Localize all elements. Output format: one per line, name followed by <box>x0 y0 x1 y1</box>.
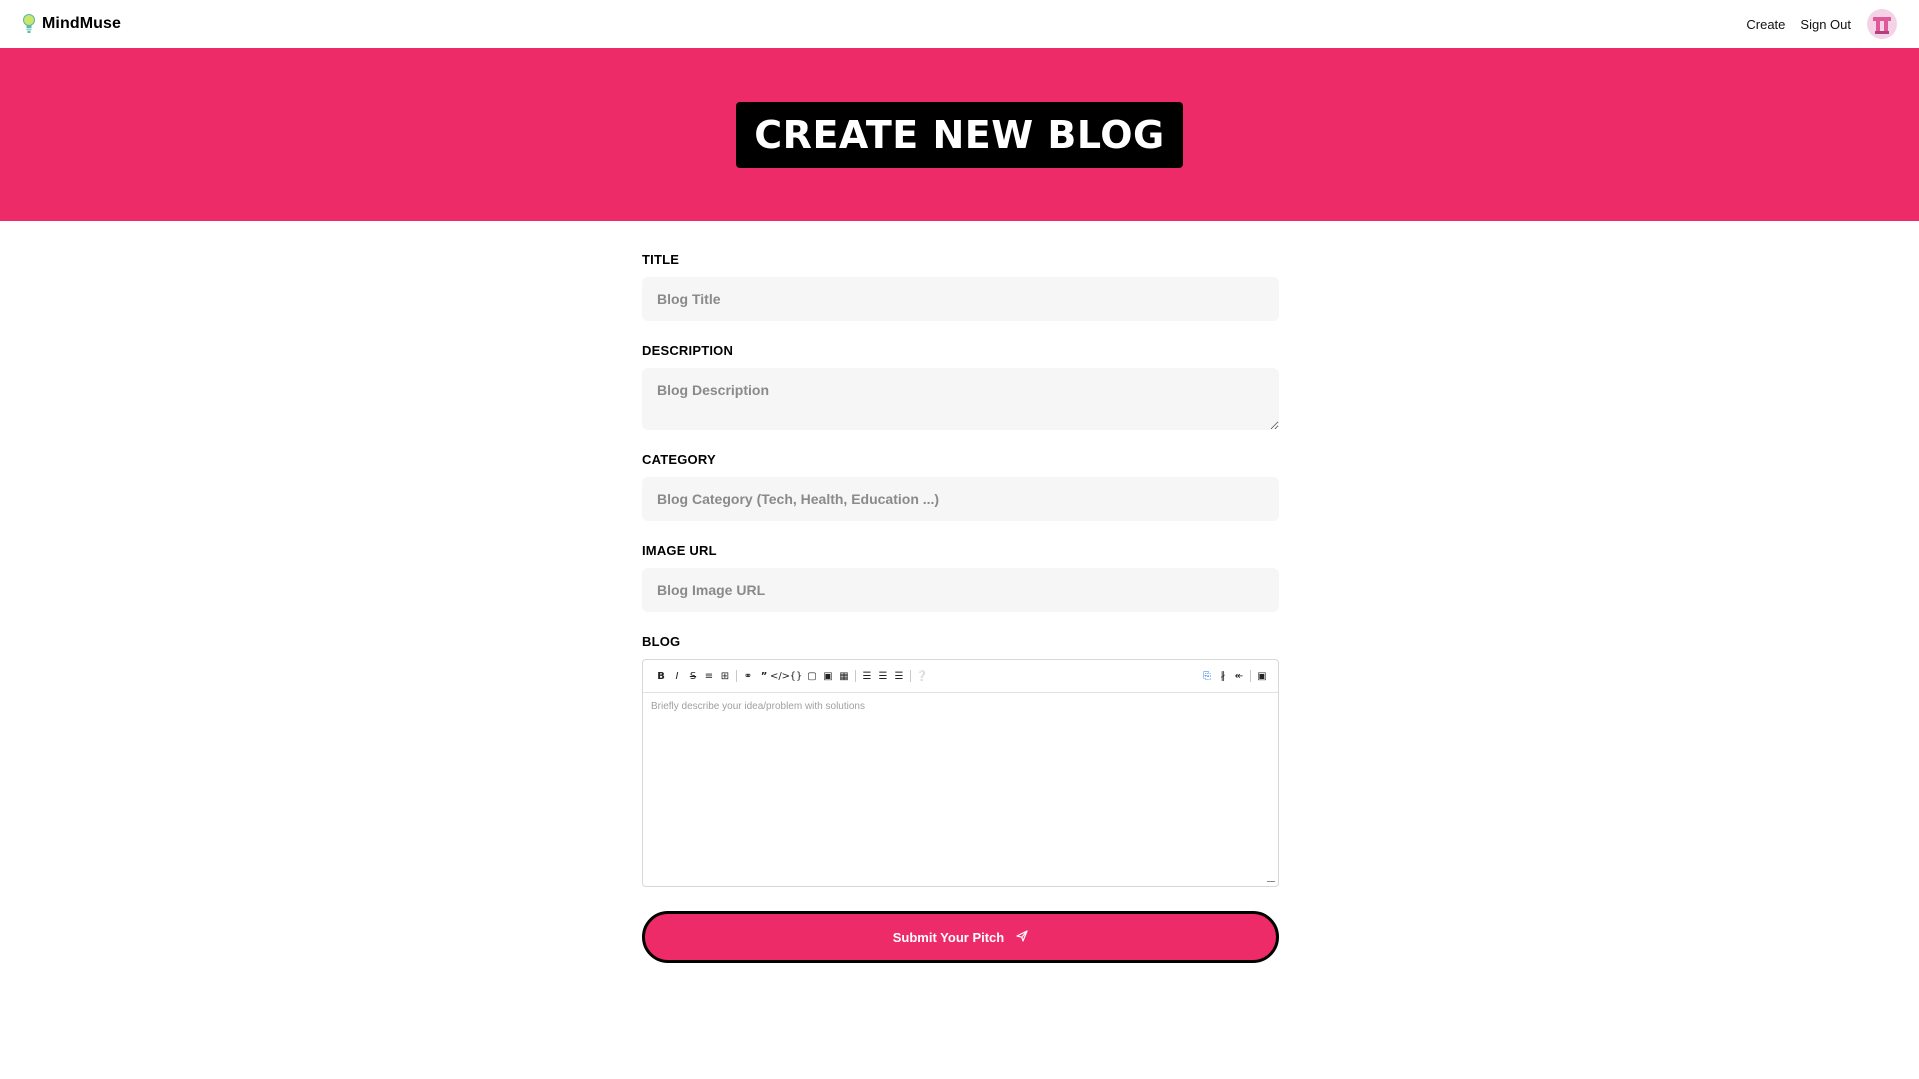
help-icon[interactable]: ❔ <box>914 667 930 685</box>
blog-label: BLOG <box>642 634 681 649</box>
unordered-list-icon[interactable]: ☰ <box>859 667 875 685</box>
description-group: DESCRIPTION <box>642 343 1279 430</box>
description-textarea[interactable] <box>642 368 1279 430</box>
ordered-list-icon[interactable]: ☰ <box>875 667 891 685</box>
link-icon[interactable]: ⚭ <box>740 667 756 685</box>
checked-list-icon[interactable]: ☰ <box>891 667 907 685</box>
fullscreen-icon[interactable]: ▣ <box>1254 667 1270 685</box>
format-tools: B I S ≡ ⊞ ⚭ ” </> {} ▢ ▣ ▦ ☰ ☰ ☰ ❔ <box>653 667 930 685</box>
title-label: TITLE <box>642 252 680 267</box>
title-group: TITLE <box>642 252 1279 321</box>
editor-toolbar: B I S ≡ ⊞ ⚭ ” </> {} ▢ ▣ ▦ ☰ ☰ ☰ ❔ ⎘ ∦ ↞… <box>643 660 1278 693</box>
nav-create-link[interactable]: Create <box>1746 17 1785 32</box>
category-label: CATEGORY <box>642 452 716 467</box>
preview-mode-icon[interactable]: ↞ <box>1231 667 1247 685</box>
table-icon[interactable]: ▦ <box>836 667 852 685</box>
image-url-input[interactable] <box>642 568 1279 612</box>
navbar: MindMuse Create Sign Out <box>0 0 1919 48</box>
bold-icon[interactable]: B <box>653 667 669 685</box>
hr-icon[interactable]: ≡ <box>701 667 717 685</box>
lightbulb-logo-icon <box>22 13 36 35</box>
toolbar-divider <box>1250 670 1251 682</box>
code-icon[interactable]: </> <box>770 667 790 685</box>
blog-group: BLOG B I S ≡ ⊞ ⚭ ” </> {} ▢ ▣ ▦ ☰ ☰ ☰ ❔ … <box>642 634 1279 887</box>
avatar[interactable] <box>1867 9 1897 39</box>
description-label: DESCRIPTION <box>642 343 734 358</box>
markdown-editor: B I S ≡ ⊞ ⚭ ” </> {} ▢ ▣ ▦ ☰ ☰ ☰ ❔ ⎘ ∦ ↞… <box>642 659 1279 887</box>
code-block-icon[interactable]: {} <box>788 667 804 685</box>
toolbar-divider <box>910 670 911 682</box>
brand-name: MindMuse <box>42 15 122 32</box>
title-input[interactable] <box>642 277 1279 321</box>
view-mode-tools: ⎘ ∦ ↞ ▣ <box>1199 667 1270 685</box>
hero-banner: CREATE NEW BLOG <box>0 48 1919 221</box>
title-icon[interactable]: ⊞ <box>717 667 733 685</box>
edit-mode-icon[interactable]: ⎘ <box>1199 667 1215 685</box>
image-url-group: IMAGE URL <box>642 543 1279 612</box>
image-url-label: IMAGE URL <box>642 543 717 558</box>
create-blog-form: TITLE DESCRIPTION CATEGORY IMAGE URL BLO… <box>642 252 1279 963</box>
category-input[interactable] <box>642 477 1279 521</box>
category-group: CATEGORY <box>642 452 1279 521</box>
italic-icon[interactable]: I <box>669 667 685 685</box>
image-icon[interactable]: ▣ <box>820 667 836 685</box>
nav-sign-out-link[interactable]: Sign Out <box>1800 17 1851 32</box>
page-title: CREATE NEW BLOG <box>736 101 1183 168</box>
editor-content[interactable]: Briefly describe your idea/problem with … <box>643 693 1278 720</box>
strikethrough-icon[interactable]: S <box>685 667 701 685</box>
comment-icon[interactable]: ▢ <box>804 667 820 685</box>
send-icon <box>1016 929 1028 945</box>
resize-handle[interactable] <box>1267 881 1275 883</box>
live-mode-icon[interactable]: ∦ <box>1215 667 1231 685</box>
submit-label: Submit Your Pitch <box>892 929 1005 945</box>
brand[interactable]: MindMuse <box>22 13 121 35</box>
toolbar-divider <box>736 670 737 682</box>
toolbar-divider <box>855 670 856 682</box>
submit-pitch-button[interactable]: Submit Your Pitch <box>642 911 1279 963</box>
nav-actions: Create Sign Out <box>1746 9 1897 39</box>
